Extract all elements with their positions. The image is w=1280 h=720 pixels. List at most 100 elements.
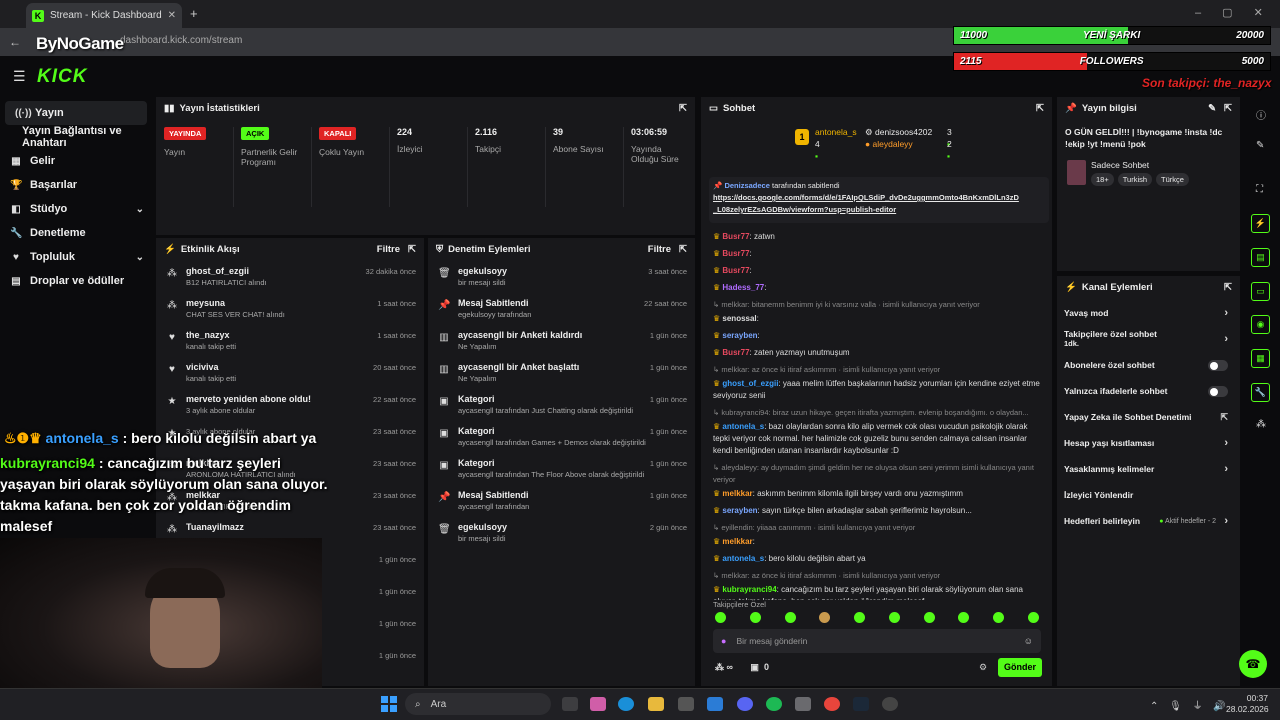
- leader-name[interactable]: aleydaleyy: [873, 139, 913, 149]
- app-icon[interactable]: [678, 697, 694, 711]
- chat-message: ♛ kubrayranci94: cancağızım bu tarz şeyl…: [713, 585, 1024, 600]
- browser-tab[interactable]: K Stream - Kick Dashboard ✕: [26, 3, 182, 28]
- expand-icon[interactable]: ⛶: [1256, 184, 1263, 195]
- channel-action-row[interactable]: Hedefleri belirleyin ● Aktif hedefler - 2…: [1057, 508, 1240, 534]
- channel-action-row[interactable]: Yasaklanmış kelimeler ›: [1057, 456, 1240, 482]
- leader-name[interactable]: denizsoos4202: [875, 127, 932, 137]
- popout-icon[interactable]: ⇱: [1224, 282, 1232, 293]
- chat-username[interactable]: serayben: [722, 506, 757, 515]
- chat-username[interactable]: antonela_s: [722, 554, 764, 563]
- steam-icon[interactable]: [853, 697, 869, 711]
- emote-bar[interactable]: [715, 612, 1039, 626]
- edge-icon[interactable]: [618, 697, 634, 711]
- close-tab-icon[interactable]: ✕: [168, 10, 176, 21]
- bolt-icon[interactable]: ⚡: [1251, 214, 1270, 233]
- sidebar-item-stream-key[interactable]: Yayın Bağlantısı ve Anahtarı: [0, 125, 152, 149]
- send-button[interactable]: Gönder: [998, 658, 1042, 677]
- broadcast-icon[interactable]: ◉: [1251, 315, 1270, 334]
- channel-action-row[interactable]: Yalnızca ifadelerle sohbet: [1057, 378, 1240, 404]
- edit-icon[interactable]: ✎: [1256, 140, 1264, 151]
- taskbar-search[interactable]: ⌕ Ara: [405, 693, 551, 715]
- sidebar-item-studyo[interactable]: ◧ Stüdyo ⌄: [0, 197, 152, 221]
- emoji-icon[interactable]: ☺: [1024, 636, 1033, 646]
- chat-username[interactable]: Busr77: [722, 266, 749, 275]
- wrench-icon[interactable]: 🔧: [1251, 383, 1270, 402]
- chat-reply-context: ↳ aleydaleyy: ay duymadım şimdi geldim h…: [713, 463, 1035, 484]
- channel-action-row[interactable]: Takipçilere özel sohbet 1dk. ›: [1057, 326, 1240, 352]
- chat-input[interactable]: ● Bir mesaj gönderin ☺: [713, 629, 1041, 653]
- sidebar-item-topluluk[interactable]: ♥ Topluluk ⌄: [0, 245, 152, 269]
- chat-username[interactable]: ghost_of_ezgii: [722, 379, 778, 388]
- sidebar-item-basarilar[interactable]: 🏆 Başarılar: [0, 173, 152, 197]
- mic-icon[interactable]: ●: [721, 636, 726, 646]
- kick-logo[interactable]: KICK: [37, 66, 87, 88]
- app-icon[interactable]: [795, 697, 811, 711]
- task-view-icon[interactable]: [562, 697, 578, 711]
- points-display[interactable]: ⁂ ∞ ▣ 0: [715, 662, 769, 673]
- sidebar-item-gelir[interactable]: ▦ Gelir: [0, 149, 152, 173]
- chat-username[interactable]: antonela_s: [722, 422, 764, 431]
- chrome-icon[interactable]: [824, 697, 840, 711]
- help-chat-button[interactable]: ☎: [1239, 650, 1267, 678]
- moderation-row: 📌 Mesaj Sabitlendi aycasengll tarafından…: [438, 490, 687, 511]
- sidebar-item-denetleme[interactable]: 🔧 Denetleme: [0, 221, 152, 245]
- edit-icon[interactable]: ✎: [1208, 103, 1216, 114]
- chat-reply-context: ↳ melkkar: bitanemm benimm iyi ki varsın…: [713, 300, 980, 309]
- file-explorer-icon[interactable]: [648, 697, 664, 711]
- popout-icon[interactable]: ⇱: [679, 244, 687, 255]
- document-icon[interactable]: ▤: [1251, 248, 1270, 267]
- new-tab-button[interactable]: +: [190, 6, 198, 21]
- settings-icon[interactable]: ⚙: [979, 662, 987, 673]
- spotify-icon[interactable]: [766, 697, 782, 711]
- chat-icon[interactable]: ▭: [1251, 282, 1270, 301]
- chat-username[interactable]: Hadess_77: [722, 283, 764, 292]
- chat-username[interactable]: Busr77: [722, 348, 749, 357]
- chat-username[interactable]: senossal: [722, 314, 756, 323]
- window-controls[interactable]: – ▢ ✕: [1195, 6, 1263, 19]
- obs-icon[interactable]: [882, 697, 898, 711]
- channel-action-row[interactable]: İzleyici Yönlendir: [1057, 482, 1240, 508]
- sidebar-item-droplar[interactable]: ▤ Droplar ve ödüller: [0, 269, 152, 293]
- menu-icon[interactable]: ☰: [13, 68, 26, 85]
- tag[interactable]: 18+: [1091, 173, 1114, 186]
- leader-name[interactable]: antonela_s: [815, 127, 857, 137]
- system-tray[interactable]: ⌃ 🎙 ⏚ 🔊: [1150, 697, 1226, 712]
- tag[interactable]: Türkçe: [1156, 173, 1189, 186]
- popout-icon[interactable]: ⇱: [1224, 103, 1232, 114]
- pinned-link[interactable]: https://docs.google.com/forms/d/e/1FAIpQ…: [713, 192, 1023, 216]
- address-bar[interactable]: dashboard.kick.com/stream: [120, 35, 242, 46]
- channel-action-row[interactable]: Yavaş mod ›: [1057, 300, 1240, 326]
- stat-partner: AÇIK Partnerlik Gelir Programı: [241, 127, 298, 167]
- community-icon[interactable]: ⁂: [1256, 419, 1266, 430]
- mail-icon[interactable]: [707, 697, 723, 711]
- chat-username[interactable]: melkkar: [722, 489, 752, 498]
- calendar-icon[interactable]: ▦: [1251, 349, 1270, 368]
- toggle-switch[interactable]: [1208, 386, 1228, 397]
- popout-icon[interactable]: ⇱: [1036, 103, 1044, 114]
- chat-username[interactable]: melkkar: [722, 537, 752, 546]
- back-icon[interactable]: ←: [9, 35, 21, 49]
- sidebar-item-yayin[interactable]: ((·)) Yayın: [5, 101, 147, 125]
- copilot-icon[interactable]: [590, 697, 606, 711]
- event-icon: ⁂: [167, 300, 177, 311]
- poll-icon: ▥: [439, 332, 449, 343]
- toggle-switch[interactable]: [1208, 360, 1228, 371]
- popout-icon[interactable]: ⇱: [408, 244, 416, 255]
- discord-icon[interactable]: [737, 697, 753, 711]
- taskbar-clock[interactable]: 00:37 28.02.2026: [1226, 693, 1269, 715]
- channel-action-row[interactable]: Abonelere özel sohbet: [1057, 352, 1240, 378]
- popout-icon[interactable]: ⇱: [679, 103, 687, 114]
- chat-username[interactable]: kubrayranci94: [722, 585, 776, 594]
- channel-action-row[interactable]: Yapay Zeka ile Sohbet Denetimi ⇱: [1057, 404, 1240, 430]
- filter-button[interactable]: Filtre: [648, 244, 671, 255]
- channel-action-row[interactable]: Hesap yaşı kısıtlaması ›: [1057, 430, 1240, 456]
- category-name[interactable]: Sadece Sohbet: [1091, 160, 1149, 170]
- chat-username[interactable]: serayben: [722, 331, 757, 340]
- info-icon[interactable]: ⓘ: [1256, 107, 1266, 122]
- filter-button[interactable]: Filtre: [377, 244, 400, 255]
- chat-username[interactable]: Busr77: [722, 249, 749, 258]
- chat-username[interactable]: Busr77: [722, 232, 749, 241]
- windows-start-icon[interactable]: [381, 696, 397, 712]
- tag[interactable]: Turkish: [1117, 173, 1153, 186]
- chat-message: ♛ antonela_s: bero kilolu değilsin abart…: [713, 554, 866, 563]
